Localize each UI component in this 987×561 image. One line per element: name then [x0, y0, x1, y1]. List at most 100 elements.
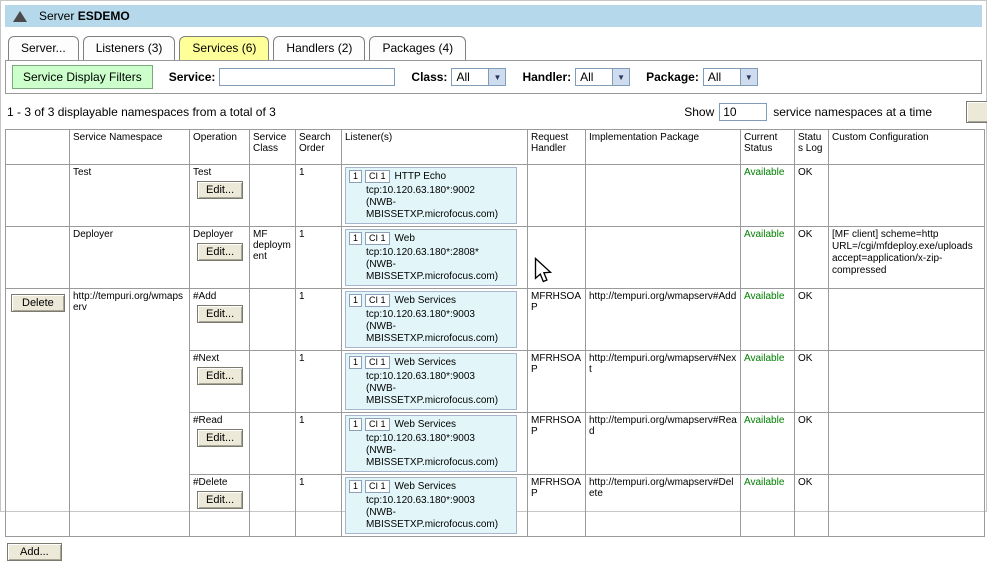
col-header-search-order: Search Order	[296, 130, 342, 165]
package-filter-label: Package:	[646, 70, 699, 84]
listener-box: 1 CI 1 Web Services tcp:10.120.63.180*:9…	[345, 477, 517, 534]
implementation-package-cell	[586, 227, 741, 289]
tab-handlers[interactable]: Handlers (2)	[273, 36, 365, 60]
tab-services[interactable]: Services (6)	[179, 36, 269, 60]
add-button[interactable]: Add...	[7, 543, 62, 561]
col-header-implementation-package: Implementation Package	[586, 130, 741, 165]
show-count-input[interactable]	[719, 103, 767, 121]
status-log-cell: OK	[795, 227, 829, 289]
search-order-cell: 1	[296, 475, 342, 537]
operation-name: #Next	[193, 353, 246, 364]
listeners-cell: 1 CI 1 Web Services tcp:10.120.63.180*:9…	[342, 351, 528, 413]
row-action-cell	[6, 227, 70, 289]
custom-configuration-cell	[829, 289, 985, 351]
class-filter-value: All	[452, 69, 488, 85]
status-log-cell: OK	[795, 165, 829, 227]
table-row: Test Test Edit... 1 1 CI 1 HTTP Echo tcp…	[6, 165, 985, 227]
table-row: Delete http://tempuri.org/wmapserv #Add …	[6, 289, 985, 351]
row-action-cell: Delete	[6, 289, 70, 537]
current-status-cell: Available	[741, 351, 795, 413]
implementation-package-cell: http://tempuri.org/wmapserv#Next	[586, 351, 741, 413]
listener-address: tcp:10.120.63.180*:9002	[366, 185, 513, 197]
show-suffix: service namespaces at a time	[773, 105, 932, 119]
custom-configuration-cell	[829, 475, 985, 537]
handler-filter-label: Handler:	[522, 70, 571, 84]
operation-cell: #Add Edit...	[190, 289, 250, 351]
show-label: Show	[684, 105, 714, 119]
service-filter-input[interactable]	[219, 68, 395, 86]
class-filter-select[interactable]: All ▼	[451, 68, 506, 86]
listener-box: 1 CI 1 Web tcp:10.120.63.180*:2808* (NWB…	[345, 229, 517, 286]
current-status-cell: Available	[741, 475, 795, 537]
listener-host: (NWB-MBISSETXP.microfocus.com)	[366, 383, 513, 407]
package-filter-value: All	[704, 69, 740, 85]
listener-name: Web Services	[393, 295, 457, 307]
service-class-cell: MF deployment	[250, 227, 296, 289]
search-order-cell: 1	[296, 289, 342, 351]
table-header-row: Service Namespace Operation Service Clas…	[6, 130, 985, 165]
col-header-service-class: Service Class	[250, 130, 296, 165]
service-namespace-cell: Test	[70, 165, 190, 227]
listener-ci-badge: CI 1	[365, 418, 390, 431]
delete-button[interactable]: Delete	[11, 294, 65, 312]
package-filter-select[interactable]: All ▼	[703, 68, 758, 86]
service-namespace-cell: Deployer	[70, 227, 190, 289]
status-log-cell: OK	[795, 413, 829, 475]
service-class-cell	[250, 289, 296, 351]
edit-button[interactable]: Edit...	[197, 181, 243, 199]
implementation-package-cell: http://tempuri.org/wmapserv#Delete	[586, 475, 741, 537]
operation-name: #Add	[193, 291, 246, 302]
listener-ci-badge: CI 1	[365, 294, 390, 307]
listener-count-badge: 1	[349, 480, 362, 493]
edit-button[interactable]: Edit...	[197, 367, 243, 385]
truncated-button[interactable]	[966, 101, 987, 123]
filter-bar: Service Display Filters Service: Class: …	[5, 60, 982, 94]
request-handler-cell: MFRHSOAP	[528, 475, 586, 537]
request-handler-cell	[528, 227, 586, 289]
server-header-bar: Server ESDEMO	[5, 5, 982, 27]
listener-count-badge: 1	[349, 294, 362, 307]
listener-box: 1 CI 1 Web Services tcp:10.120.63.180*:9…	[345, 353, 517, 410]
collapse-triangle-icon[interactable]	[13, 11, 27, 22]
service-class-cell	[250, 165, 296, 227]
handler-filter-select[interactable]: All ▼	[575, 68, 630, 86]
implementation-package-cell: http://tempuri.org/wmapserv#Add	[586, 289, 741, 351]
tab-server[interactable]: Server...	[8, 36, 79, 60]
status-log-cell: OK	[795, 289, 829, 351]
listener-host: (NWB-MBISSETXP.microfocus.com)	[366, 259, 513, 283]
col-header-custom-configuration: Custom Configuration	[829, 130, 985, 165]
tab-listeners[interactable]: Listeners (3)	[83, 36, 176, 60]
listener-address: tcp:10.120.63.180*:2808*	[366, 247, 513, 259]
dropdown-arrow-icon: ▼	[488, 69, 505, 85]
listener-host: (NWB-MBISSETXP.microfocus.com)	[366, 197, 513, 221]
pagination-bar: 1 - 3 of 3 displayable namespaces from a…	[7, 101, 980, 123]
listener-name: Web Services	[393, 419, 457, 431]
service-class-cell	[250, 413, 296, 475]
listener-count-badge: 1	[349, 356, 362, 369]
listener-name: Web Services	[393, 357, 457, 369]
listener-name: HTTP Echo	[393, 171, 447, 183]
request-handler-cell: MFRHSOAP	[528, 351, 586, 413]
listener-host: (NWB-MBISSETXP.microfocus.com)	[366, 321, 513, 345]
listener-count-badge: 1	[349, 170, 362, 183]
tab-packages[interactable]: Packages (4)	[369, 36, 466, 60]
service-namespace-cell: http://tempuri.org/wmapserv	[70, 289, 190, 537]
edit-button[interactable]: Edit...	[197, 491, 243, 509]
edit-button[interactable]: Edit...	[197, 429, 243, 447]
implementation-package-cell: http://tempuri.org/wmapserv#Read	[586, 413, 741, 475]
server-title: Server ESDEMO	[39, 9, 130, 23]
edit-button[interactable]: Edit...	[197, 243, 243, 261]
listener-ci-badge: CI 1	[365, 170, 390, 183]
custom-configuration-cell	[829, 165, 985, 227]
listeners-cell: 1 CI 1 Web Services tcp:10.120.63.180*:9…	[342, 413, 528, 475]
col-header-request-handler: Request Handler	[528, 130, 586, 165]
page: Server ESDEMO Server... Listeners (3) Se…	[0, 0, 987, 512]
edit-button[interactable]: Edit...	[197, 305, 243, 323]
col-header-current-status: Current Status	[741, 130, 795, 165]
status-log-cell: OK	[795, 351, 829, 413]
listeners-cell: 1 CI 1 Web tcp:10.120.63.180*:2808* (NWB…	[342, 227, 528, 289]
request-handler-cell: MFRHSOAP	[528, 289, 586, 351]
listener-ci-badge: CI 1	[365, 480, 390, 493]
operation-cell: Test Edit...	[190, 165, 250, 227]
listeners-cell: 1 CI 1 Web Services tcp:10.120.63.180*:9…	[342, 475, 528, 537]
